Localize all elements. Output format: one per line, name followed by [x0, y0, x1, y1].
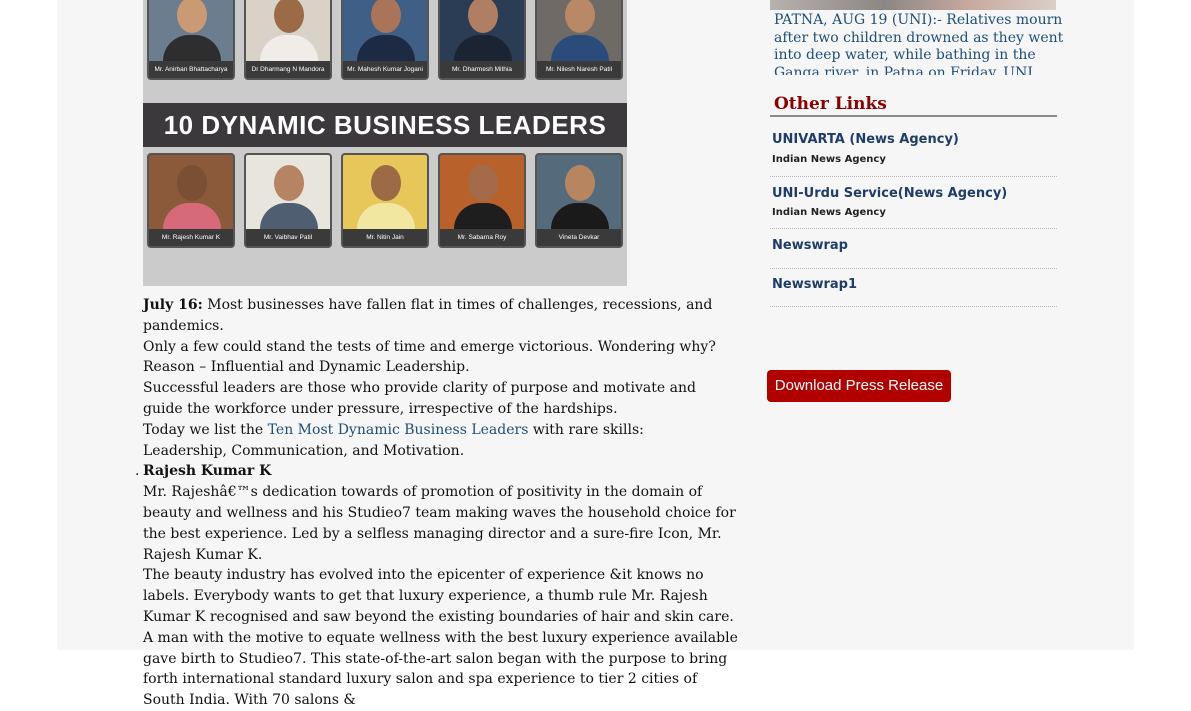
- link-title[interactable]: UNIVARTA (News Agency): [772, 132, 959, 147]
- leader-photo-tile: Dr Dharmang N Mandora: [244, 0, 332, 80]
- leader-caption: Dr Dharmang N Mandora: [246, 61, 330, 78]
- link-subtitle: Indian News Agency: [772, 154, 886, 165]
- leader-photo-tile: Mr. Anirban Bhattacharya: [147, 0, 235, 80]
- leader-photo-tile: Mr. Sabarna Roy: [438, 153, 526, 248]
- leader-photo-tile: Mr. Rajesh Kumar K: [147, 153, 235, 248]
- other-links-heading: Other Links: [774, 94, 887, 114]
- article-line: Today we list the Ten Most Dynamic Busin…: [143, 421, 644, 459]
- leader-caption: Mr. Vaibhav Patil: [246, 229, 330, 246]
- banner-title: 10 DYNAMIC BUSINESS LEADERS: [143, 103, 627, 147]
- leader-photo-tile: Mr. Nitin Jain: [341, 153, 429, 248]
- article-paragraph: A man with the motive to equate wellness…: [143, 629, 738, 709]
- other-link-newswrap1[interactable]: Newswrap1: [770, 269, 1057, 307]
- leader-photo-tile: Mr. Dharmesh Mithia: [438, 0, 526, 80]
- article-line: Reason – Influential and Dynamic Leaders…: [143, 359, 470, 376]
- leader-caption: Mr. Rajesh Kumar K: [149, 229, 233, 246]
- leader-photo-tile: Mr. Nilesh Naresh Patil: [535, 0, 623, 80]
- leader-caption: Mr. Mahesh Kumar Jogani: [343, 61, 427, 78]
- news-caption[interactable]: PATNA, AUG 19 (UNI):- Relatives mourn af…: [774, 12, 1064, 75]
- leader-caption: Mr. Nilesh Naresh Patil: [537, 61, 621, 78]
- leader-photo-tile: Vineta Devkar: [535, 153, 623, 248]
- article-body: July 16: Most businesses have fallen fla…: [135, 295, 743, 711]
- list-bullet: .: [135, 463, 140, 480]
- article-paragraph: Mr. Rajeshâ€™s dedication towards of pro…: [143, 484, 736, 563]
- leader-caption: Mr. Sabarna Roy: [440, 229, 524, 246]
- section-heading: . Rajesh Kumar K: [135, 461, 743, 482]
- leader-photo-tile: Mr. Mahesh Kumar Jogani: [341, 0, 429, 80]
- leader-caption: Mr. Nitin Jain: [343, 229, 427, 246]
- article-line: Only a few could stand the tests of time…: [143, 338, 716, 355]
- article-intro: July 16: Most businesses have fallen fla…: [143, 297, 713, 334]
- other-link-univarta[interactable]: UNIVARTA (News Agency) Indian News Agenc…: [770, 117, 1057, 177]
- download-press-release-button[interactable]: Download Press Release: [767, 370, 951, 402]
- dynamic-leaders-link[interactable]: Ten Most Dynamic Business Leaders: [268, 422, 529, 438]
- leader-caption: Vineta Devkar: [537, 229, 621, 246]
- other-link-newswrap[interactable]: Newswrap: [770, 229, 1057, 269]
- link-subtitle: Indian News Agency: [772, 207, 886, 218]
- link-title[interactable]: Newswrap: [772, 238, 848, 253]
- other-link-uni-urdu[interactable]: UNI-Urdu Service(News Agency) Indian New…: [770, 177, 1057, 229]
- leader-caption: Mr. Anirban Bhattacharya: [149, 61, 233, 78]
- article-date: July 16:: [143, 297, 203, 313]
- article-paragraph: The beauty industry has evolved into the…: [143, 567, 734, 625]
- leader-photo-tile: Mr. Vaibhav Patil: [244, 153, 332, 248]
- news-photo[interactable]: [770, 0, 1056, 10]
- link-title[interactable]: UNI-Urdu Service(News Agency): [772, 186, 1007, 201]
- link-title[interactable]: Newswrap1: [772, 277, 857, 292]
- leader-caption: Mr. Dharmesh Mithia: [440, 61, 524, 78]
- leaders-banner-image: Mr. Anirban Bhattacharya Dr Dharmang N M…: [143, 0, 627, 286]
- article-line: Successful leaders are those who provide…: [143, 380, 696, 417]
